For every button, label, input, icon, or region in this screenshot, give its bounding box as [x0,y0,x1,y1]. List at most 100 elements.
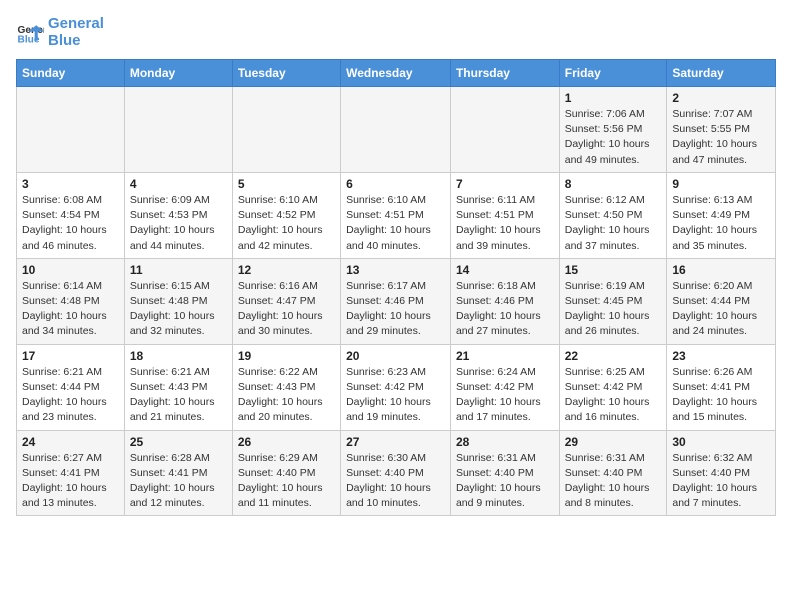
page-header: General Blue GeneralBlue [16,16,776,49]
day-info: Sunrise: 6:26 AM Sunset: 4:41 PM Dayligh… [672,365,770,426]
calendar-cell [341,87,451,173]
calendar-cell: 15 Sunrise: 6:19 AM Sunset: 4:45 PM Dayli… [559,258,667,344]
day-number: 12 [238,263,335,277]
calendar-cell: 26 Sunrise: 6:29 AM Sunset: 4:40 PM Dayli… [232,430,340,516]
calendar-week-row: 3 Sunrise: 6:08 AM Sunset: 4:54 PM Daylig… [17,172,776,258]
day-number: 29 [565,435,662,449]
day-info: Sunrise: 6:21 AM Sunset: 4:43 PM Dayligh… [130,365,227,426]
day-info: Sunrise: 6:15 AM Sunset: 4:48 PM Dayligh… [130,279,227,340]
logo-icon: General Blue [16,19,44,47]
day-info: Sunrise: 6:31 AM Sunset: 4:40 PM Dayligh… [456,451,554,512]
calendar-cell: 10 Sunrise: 6:14 AM Sunset: 4:48 PM Dayli… [17,258,125,344]
day-number: 18 [130,349,227,363]
weekday-header: Wednesday [341,60,451,87]
day-number: 13 [346,263,445,277]
day-info: Sunrise: 6:25 AM Sunset: 4:42 PM Dayligh… [565,365,662,426]
day-info: Sunrise: 6:29 AM Sunset: 4:40 PM Dayligh… [238,451,335,512]
day-number: 20 [346,349,445,363]
weekday-header: Monday [124,60,232,87]
calendar-cell [450,87,559,173]
calendar-header: SundayMondayTuesdayWednesdayThursdayFrid… [17,60,776,87]
calendar-cell: 11 Sunrise: 6:15 AM Sunset: 4:48 PM Dayli… [124,258,232,344]
calendar-cell: 20 Sunrise: 6:23 AM Sunset: 4:42 PM Dayli… [341,344,451,430]
day-info: Sunrise: 6:30 AM Sunset: 4:40 PM Dayligh… [346,451,445,512]
calendar-week-row: 1Sunrise: 7:06 AM Sunset: 5:56 PM Daylig… [17,87,776,173]
day-info: Sunrise: 6:20 AM Sunset: 4:44 PM Dayligh… [672,279,770,340]
calendar-cell: 27 Sunrise: 6:30 AM Sunset: 4:40 PM Dayli… [341,430,451,516]
calendar-cell: 18 Sunrise: 6:21 AM Sunset: 4:43 PM Dayli… [124,344,232,430]
calendar-cell [17,87,125,173]
calendar-cell: 1Sunrise: 7:06 AM Sunset: 5:56 PM Daylig… [559,87,667,173]
day-info: Sunrise: 6:27 AM Sunset: 4:41 PM Dayligh… [22,451,119,512]
calendar-table: SundayMondayTuesdayWednesdayThursdayFrid… [16,59,776,516]
day-number: 21 [456,349,554,363]
day-info: Sunrise: 6:13 AM Sunset: 4:49 PM Dayligh… [672,193,770,254]
day-info: Sunrise: 7:07 AM Sunset: 5:55 PM Dayligh… [672,107,770,168]
weekday-header: Sunday [17,60,125,87]
day-info: Sunrise: 6:12 AM Sunset: 4:50 PM Dayligh… [565,193,662,254]
calendar-cell: 16 Sunrise: 6:20 AM Sunset: 4:44 PM Dayli… [667,258,776,344]
calendar-cell: 14 Sunrise: 6:18 AM Sunset: 4:46 PM Dayli… [450,258,559,344]
day-info: Sunrise: 6:21 AM Sunset: 4:44 PM Dayligh… [22,365,119,426]
day-info: Sunrise: 6:18 AM Sunset: 4:46 PM Dayligh… [456,279,554,340]
day-number: 11 [130,263,227,277]
calendar-cell [124,87,232,173]
day-number: 15 [565,263,662,277]
calendar-cell: 4Sunrise: 6:09 AM Sunset: 4:53 PM Daylig… [124,172,232,258]
day-info: Sunrise: 6:32 AM Sunset: 4:40 PM Dayligh… [672,451,770,512]
day-number: 14 [456,263,554,277]
day-info: Sunrise: 6:10 AM Sunset: 4:51 PM Dayligh… [346,193,445,254]
day-info: Sunrise: 6:17 AM Sunset: 4:46 PM Dayligh… [346,279,445,340]
day-number: 5 [238,177,335,191]
day-number: 7 [456,177,554,191]
day-info: Sunrise: 6:11 AM Sunset: 4:51 PM Dayligh… [456,193,554,254]
calendar-cell: 22 Sunrise: 6:25 AM Sunset: 4:42 PM Dayli… [559,344,667,430]
day-number: 27 [346,435,445,449]
calendar-week-row: 17 Sunrise: 6:21 AM Sunset: 4:44 PM Dayli… [17,344,776,430]
day-info: Sunrise: 6:23 AM Sunset: 4:42 PM Dayligh… [346,365,445,426]
calendar-cell: 23 Sunrise: 6:26 AM Sunset: 4:41 PM Dayli… [667,344,776,430]
calendar-cell: 19 Sunrise: 6:22 AM Sunset: 4:43 PM Dayli… [232,344,340,430]
logo: General Blue GeneralBlue [16,16,104,49]
day-info: Sunrise: 6:22 AM Sunset: 4:43 PM Dayligh… [238,365,335,426]
day-number: 2 [672,91,770,105]
day-number: 16 [672,263,770,277]
day-number: 9 [672,177,770,191]
calendar-cell: 25 Sunrise: 6:28 AM Sunset: 4:41 PM Dayli… [124,430,232,516]
calendar-cell: 3 Sunrise: 6:08 AM Sunset: 4:54 PM Daylig… [17,172,125,258]
weekday-header: Tuesday [232,60,340,87]
calendar-cell [232,87,340,173]
weekday-header: Thursday [450,60,559,87]
calendar-cell: 2 Sunrise: 7:07 AM Sunset: 5:55 PM Daylig… [667,87,776,173]
calendar-cell: 8 Sunrise: 6:12 AM Sunset: 4:50 PM Daylig… [559,172,667,258]
calendar-cell: 9 Sunrise: 6:13 AM Sunset: 4:49 PM Daylig… [667,172,776,258]
day-number: 23 [672,349,770,363]
calendar-cell: 29Sunrise: 6:31 AM Sunset: 4:40 PM Dayli… [559,430,667,516]
day-number: 19 [238,349,335,363]
calendar-cell: 17 Sunrise: 6:21 AM Sunset: 4:44 PM Dayli… [17,344,125,430]
calendar-week-row: 10 Sunrise: 6:14 AM Sunset: 4:48 PM Dayli… [17,258,776,344]
day-number: 3 [22,177,119,191]
day-info: Sunrise: 6:24 AM Sunset: 4:42 PM Dayligh… [456,365,554,426]
calendar-cell: 6 Sunrise: 6:10 AM Sunset: 4:51 PM Daylig… [341,172,451,258]
day-number: 6 [346,177,445,191]
day-number: 8 [565,177,662,191]
calendar-cell: 12Sunrise: 6:16 AM Sunset: 4:47 PM Dayli… [232,258,340,344]
day-number: 25 [130,435,227,449]
weekday-header: Friday [559,60,667,87]
calendar-week-row: 24Sunrise: 6:27 AM Sunset: 4:41 PM Dayli… [17,430,776,516]
day-info: Sunrise: 6:09 AM Sunset: 4:53 PM Dayligh… [130,193,227,254]
day-info: Sunrise: 6:28 AM Sunset: 4:41 PM Dayligh… [130,451,227,512]
day-number: 22 [565,349,662,363]
day-info: Sunrise: 6:10 AM Sunset: 4:52 PM Dayligh… [238,193,335,254]
day-number: 10 [22,263,119,277]
day-number: 26 [238,435,335,449]
day-number: 28 [456,435,554,449]
day-info: Sunrise: 6:14 AM Sunset: 4:48 PM Dayligh… [22,279,119,340]
calendar-cell: 24Sunrise: 6:27 AM Sunset: 4:41 PM Dayli… [17,430,125,516]
calendar-cell: 28 Sunrise: 6:31 AM Sunset: 4:40 PM Dayli… [450,430,559,516]
day-info: Sunrise: 6:08 AM Sunset: 4:54 PM Dayligh… [22,193,119,254]
day-info: Sunrise: 6:19 AM Sunset: 4:45 PM Dayligh… [565,279,662,340]
day-number: 17 [22,349,119,363]
calendar-cell: 5 Sunrise: 6:10 AM Sunset: 4:52 PM Daylig… [232,172,340,258]
